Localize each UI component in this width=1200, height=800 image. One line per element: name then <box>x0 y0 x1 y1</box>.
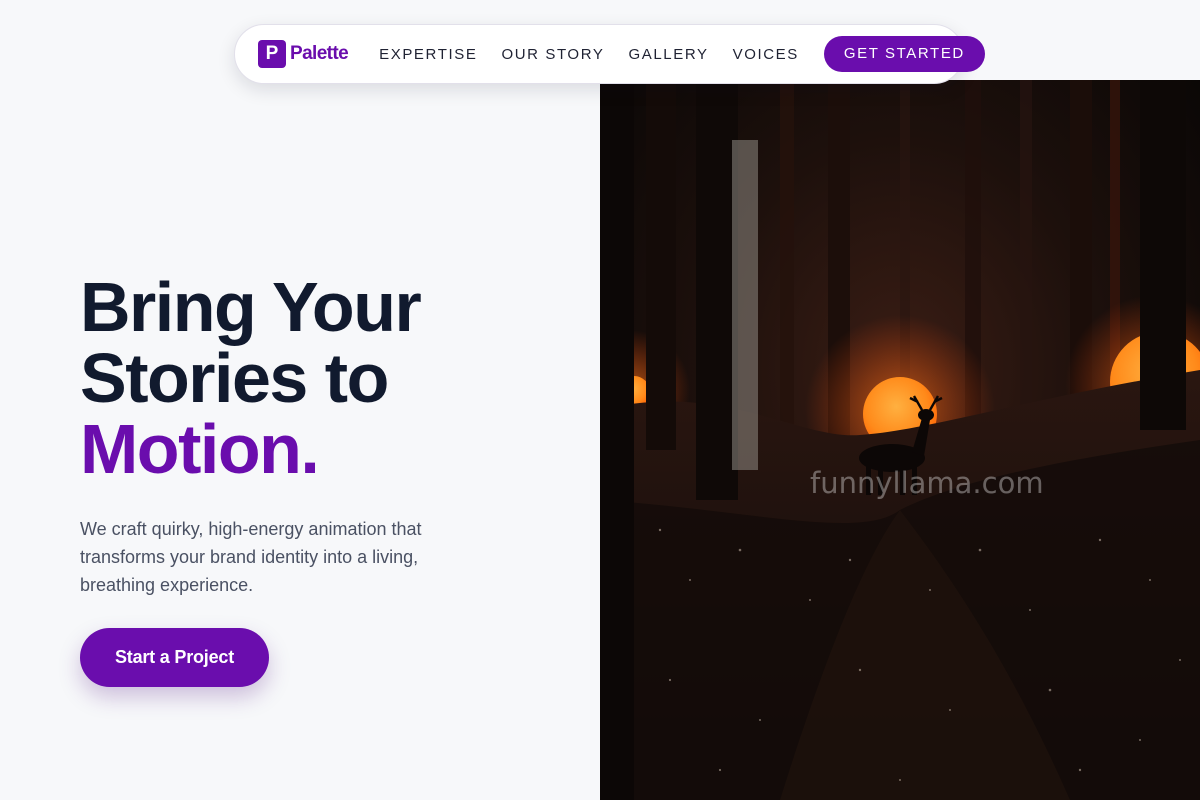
start-project-button[interactable]: Start a Project <box>80 628 269 687</box>
nav-link-our-story[interactable]: OUR STORY <box>501 46 604 63</box>
brand-name: Palette <box>290 43 349 64</box>
brand-mark-icon: P <box>258 40 286 68</box>
hero-copy: Bring Your Stories to Motion. We craft q… <box>80 272 550 599</box>
hero-description: We craft quirky, high-energy animation t… <box>80 519 422 595</box>
headline-dot: . <box>300 410 319 488</box>
top-navigation: P Palette EXPERTISE OUR STORY GALLERY VO… <box>234 24 985 84</box>
headline-accent-word: Motion <box>80 410 302 488</box>
nav-link-voices[interactable]: VOICES <box>733 46 799 63</box>
headline-line-3: Motion. <box>80 414 550 485</box>
image-watermark: funnyllama.com <box>810 466 1044 500</box>
nav-link-expertise[interactable]: EXPERTISE <box>379 46 477 63</box>
brand-logo-link[interactable]: P Palette <box>258 40 349 68</box>
hero-headline: Bring Your Stories to Motion. <box>80 272 550 485</box>
landing-page: funnyllama.com P Palette EXPERTISE OUR S… <box>0 0 1200 800</box>
nav-links: EXPERTISE OUR STORY GALLERY VOICES <box>379 46 823 63</box>
headline-line-2: Stories to <box>80 339 389 417</box>
headline-line-1: Bring Your <box>80 268 422 346</box>
hero-image: funnyllama.com <box>600 80 1200 800</box>
get-started-button[interactable]: GET STARTED <box>823 36 985 72</box>
nav-link-gallery[interactable]: GALLERY <box>628 46 708 63</box>
